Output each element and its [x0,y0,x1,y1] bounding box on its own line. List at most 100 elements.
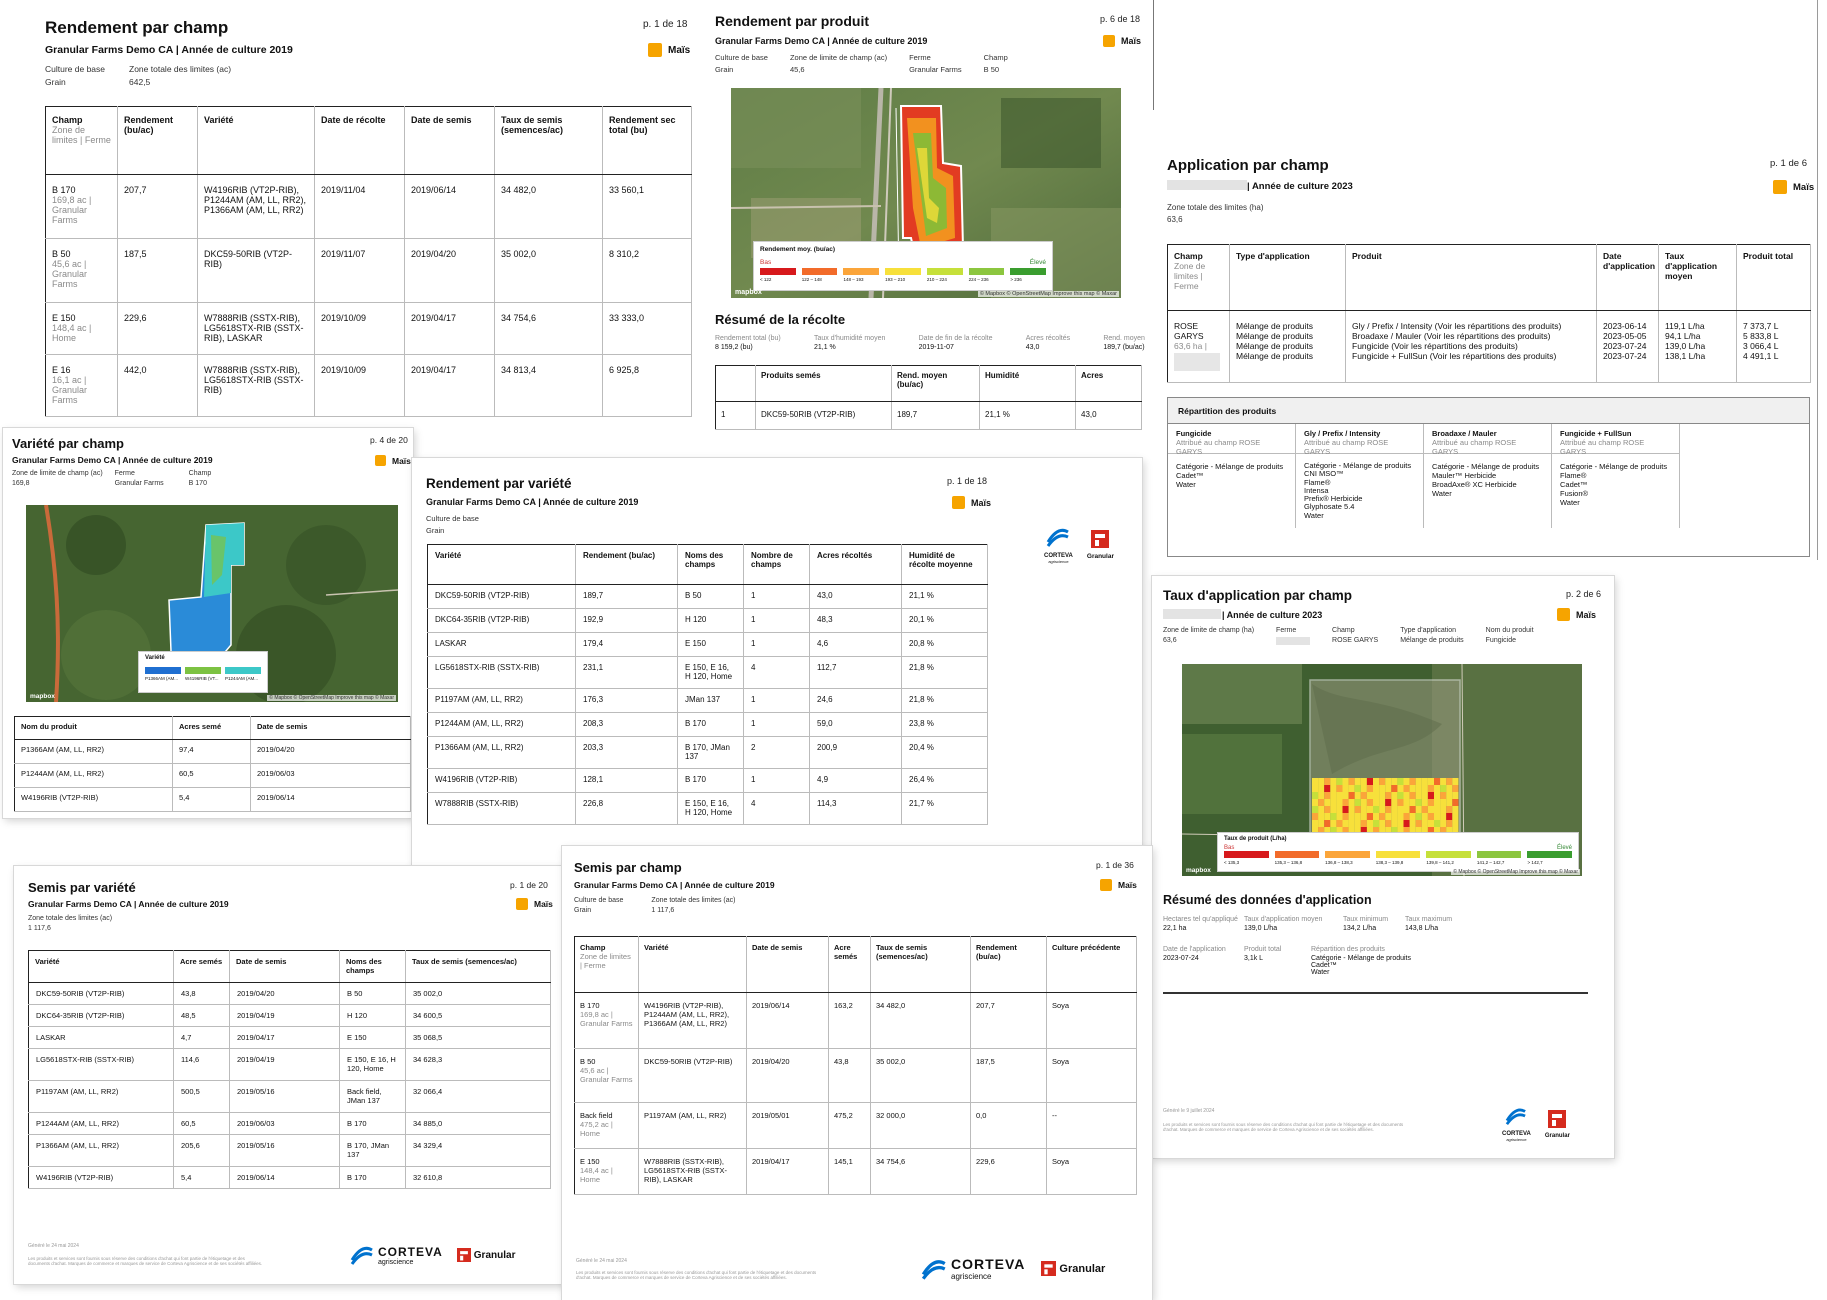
legend-swatch: 224 – 236 [968,268,1005,282]
rate-cell [1391,792,1398,799]
legend-swatch: 136,8 – 138,3 [1325,851,1370,865]
disclaimer: Les produits et services sont fournis so… [576,1270,817,1280]
map-attribution[interactable]: © Mapbox © OpenStreetMap Improve this ma… [977,291,1119,297]
rate-cell [1373,799,1380,806]
legend-item: P1366AM (AM... [145,667,181,681]
meta-cell: Culture de base Grain [45,64,106,87]
rate-cell [1415,785,1422,792]
rate-cell [1379,813,1386,820]
rate-cell [1434,820,1441,827]
product-breakdown-box: Répartition des produits Fungicide Attrib… [1167,397,1810,557]
rate-cell [1330,806,1337,813]
rate-cell [1385,820,1392,827]
rate-cell [1324,792,1331,799]
rate-cell [1342,813,1349,820]
rate-cell [1391,778,1398,785]
table-row: DKC64-35RIB (VT2P-RIB) 192,9 H 120 1 48,3 20,… [427,608,988,633]
rate-cell [1440,820,1447,827]
legend-swatches: < 135,3 135,3 – 136,8 136,8 – 138,3 138,3 –… [1224,851,1573,865]
rate-cell [1452,778,1459,785]
sheet-rendement-par-produit: Rendement par produit p. 6 de 18 Granula… [705,0,1155,432]
rate-cell [1421,806,1428,813]
rate-cell [1403,799,1410,806]
granular-mark-icon [1041,1261,1057,1276]
granular-logo: Granular [1545,1109,1570,1139]
crop-badge: Maïs [952,496,991,509]
page-subtitle: Granular Farms Demo CA | Année de cultur… [45,44,293,56]
rate-cell [1397,785,1404,792]
application-summary-row-1: Hectares tel qu'appliqué 22,1 ha Taux d'a… [1163,916,1453,932]
corteva-granular-logos: CORTEVA agriscience Granular [349,1244,515,1266]
rate-cell [1336,806,1343,813]
table-row: DKC64-35RIB (VT2P-RIB) 48,5 2019/04/19 H 12… [28,1004,551,1027]
rate-cell [1354,785,1361,792]
divider [1163,992,1588,994]
rate-cell [1409,799,1416,806]
rate-cell [1427,785,1434,792]
rate-cell [1330,785,1337,792]
corteva-granular-logos: CORTEVA agriscience Granular [1502,1106,1570,1142]
variety-map[interactable]: Variété P1366AM (AM... W4196RIB (VT... P… [26,505,398,702]
legend-swatch: 148 – 193 [843,268,880,282]
rate-cell [1312,778,1319,785]
rate-cell [1415,806,1422,813]
application-rate-map[interactable]: Taux de produit (L/ha) Bas Élevé < 135,3 1… [1182,664,1582,876]
breakdown-title: Répartition des produits [1168,398,1809,424]
granular-mark-icon [456,1248,471,1262]
page-subtitle: Granular Farms Demo CA | Année de cultur… [28,899,229,909]
crop-color-swatch [1557,608,1570,621]
table-row: B 170 169,8 ac | Granular Farms 207,7 W41… [45,174,692,239]
rate-cell [1312,813,1319,820]
rate-cell [1336,820,1343,827]
table-header: Champ Zone de limites | Ferme Rendement (… [45,106,692,175]
rate-cell [1415,792,1422,799]
redacted-farm-name [1167,180,1247,190]
map-attribution[interactable]: © Mapbox © OpenStreetMap Improve this ma… [1451,869,1580,875]
crop-color-swatch [952,496,965,509]
page-title: Semis par variété [28,880,136,895]
page-title: Variété par champ [12,436,124,451]
crop-color-swatch [1103,35,1115,47]
harvest-summary: Rendement total (bu) 8 159,2 (bu) Taux d'… [715,335,1145,351]
rate-cell [1409,820,1416,827]
page-title: Taux d'application par champ [1163,588,1352,603]
rate-cell [1373,813,1380,820]
rate-cell [1385,785,1392,792]
sheet-rendement-par-champ: Rendement par champ p. 1 de 18 Granular … [18,0,718,420]
rate-cell [1440,813,1447,820]
rate-cell [1391,820,1398,827]
rate-cell [1366,778,1373,785]
map-attribution[interactable]: © Mapbox © OpenStreetMap Improve this ma… [267,695,396,701]
rate-cell [1385,778,1392,785]
table-row: B 50 45,6 ac | Granular Farms 187,5 DKC59… [45,238,692,303]
col-header: Date de récolte [314,106,405,175]
redacted-farm-name [1163,609,1221,619]
yield-by-variety-table: Variété Rendement (bu/ac) Noms des champ… [427,544,988,825]
rate-cell [1452,820,1459,827]
page-number: p. 6 de 18 [1100,14,1141,24]
rate-cell [1403,806,1410,813]
rate-cell [1366,792,1373,799]
generated-date: Généré le 9 juillet 2024 [1163,1108,1215,1114]
yield-map[interactable]: Rendement moy. (bu/ac) Bas Élevé < 122 122… [731,88,1121,298]
rate-cell [1379,806,1386,813]
crop-label: Maïs [668,44,691,56]
table-row: LASKAR 4,7 2019/04/17 E 150 35 068,5 [28,1026,551,1049]
col-header: Taux de semis (semences/ac) [494,106,603,175]
legend-swatch: 210 – 224 [926,268,963,282]
page-number: p. 1 de 18 [947,476,988,486]
rate-cell [1366,813,1373,820]
rate-cell [1366,820,1373,827]
rate-cell [1312,785,1319,792]
rate-cell [1354,799,1361,806]
rate-cell [1330,792,1337,799]
breakdown-column: Broadaxe / Mauler Attribué au champ ROSE … [1424,424,1552,528]
rate-cell [1348,799,1355,806]
rate-cell [1391,785,1398,792]
granular-logo: Granular [1041,1261,1105,1276]
rate-cell [1373,778,1380,785]
sheet-left-rule [1153,0,1154,110]
rate-cell [1434,806,1441,813]
rate-cell [1385,799,1392,806]
rate-cell [1318,799,1325,806]
